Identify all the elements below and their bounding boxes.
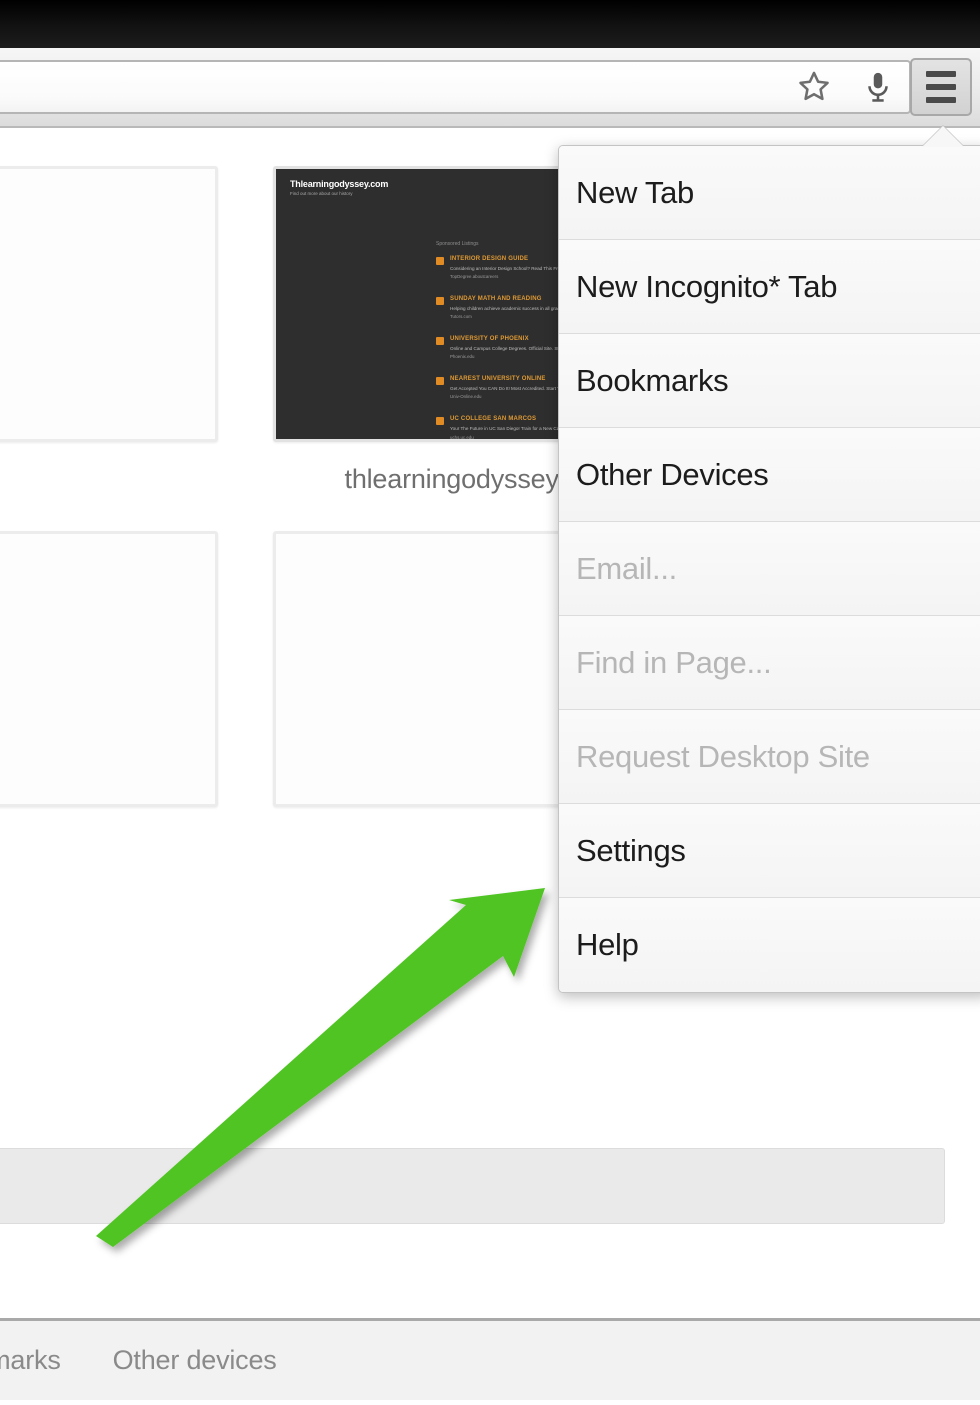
page-footer-bar: [0, 1148, 945, 1224]
bottom-tab-bookmarks[interactable]: okmarks: [0, 1345, 61, 1376]
menu-item-email: Email...: [559, 522, 980, 616]
menu-bar-1: [926, 71, 956, 77]
star-icon[interactable]: [793, 66, 835, 108]
ad-bullet-icon: [436, 337, 444, 346]
menu-bar-3: [926, 97, 956, 103]
menu-item-new-incognito-tab[interactable]: New Incognito* Tab: [559, 240, 980, 334]
browser-toolbar: [0, 48, 980, 128]
thumbnail-cell-offscreen[interactable]: [0, 166, 218, 495]
ad-bullet-icon: [436, 417, 444, 426]
thumbnail-image-blank-1[interactable]: [0, 531, 218, 807]
microphone-icon[interactable]: [857, 66, 899, 108]
menu-item-new-tab[interactable]: New Tab: [559, 146, 980, 240]
thumbnail-cell-blank-1[interactable]: [0, 531, 218, 829]
menu-bar-2: [926, 84, 956, 90]
menu-item-other-devices[interactable]: Other Devices: [559, 428, 980, 522]
browser-menu-dropdown: New Tab New Incognito* Tab Bookmarks Oth…: [558, 145, 980, 993]
ad-bullet-icon: [436, 257, 444, 265]
menu-item-settings[interactable]: Settings: [559, 804, 980, 898]
menu-item-request-desktop-site: Request Desktop Site: [559, 710, 980, 804]
menu-item-find-in-page: Find in Page...: [559, 616, 980, 710]
device-status-bar: [0, 0, 980, 48]
thumbnail-image-offscreen[interactable]: [0, 166, 218, 442]
address-bar[interactable]: [0, 60, 911, 114]
hamburger-menu-icon[interactable]: [910, 58, 972, 116]
menu-caret-icon: [922, 126, 964, 147]
ad-bullet-icon: [436, 297, 444, 306]
menu-item-bookmarks[interactable]: Bookmarks: [559, 334, 980, 428]
menu-item-help[interactable]: Help: [559, 898, 980, 992]
ad-bullet-icon: [436, 377, 444, 386]
bottom-tab-bar: okmarks Other devices: [0, 1318, 980, 1400]
bottom-tab-other-devices[interactable]: Other devices: [113, 1345, 277, 1376]
